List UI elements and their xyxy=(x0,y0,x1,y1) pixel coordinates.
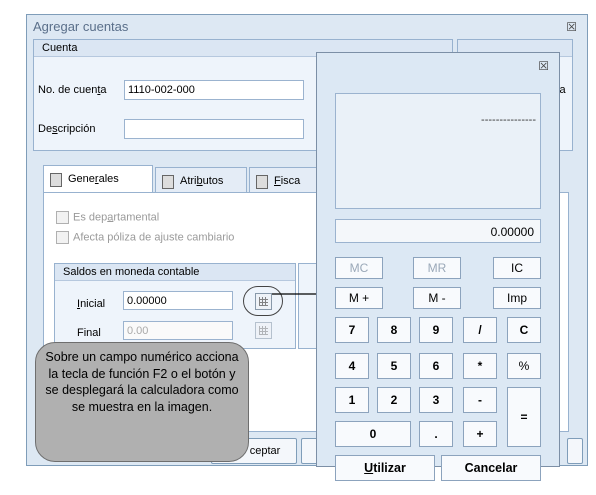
key-divide[interactable]: / xyxy=(463,317,497,343)
account-number-label: No. de cuenta xyxy=(38,84,107,96)
key-plus[interactable]: + xyxy=(463,421,497,447)
tab-fiscal[interactable]: Fisca xyxy=(249,167,319,193)
atributos-tab-icon xyxy=(162,175,174,189)
fiscal-tab-icon xyxy=(256,175,268,189)
key-clear[interactable]: C xyxy=(507,317,541,343)
description-label: Descripción xyxy=(38,123,96,135)
third-footer-button[interactable] xyxy=(567,438,583,464)
tab-generales[interactable]: Generales xyxy=(43,165,153,193)
generales-tab-icon xyxy=(50,173,62,187)
key-6[interactable]: 6 xyxy=(419,353,453,379)
calculator-window: ☒ --------------- 0.00000 MC MR IC M + M… xyxy=(316,52,560,481)
key-minus[interactable]: - xyxy=(463,387,497,413)
key-3[interactable]: 3 xyxy=(419,387,453,413)
key-8[interactable]: 8 xyxy=(377,317,411,343)
key-0[interactable]: 0 xyxy=(335,421,411,447)
final-label: Final xyxy=(77,327,101,339)
calculator-button-disabled-icon xyxy=(255,322,272,339)
key-1[interactable]: 1 xyxy=(335,387,369,413)
utilizar-button[interactable]: Utilizar xyxy=(335,455,435,481)
key-2[interactable]: 2 xyxy=(377,387,411,413)
close-icon[interactable]: ☒ xyxy=(566,20,577,34)
poliza-checkbox-row[interactable]: Afecta póliza de ajuste cambiario xyxy=(56,231,234,244)
departamental-checkbox[interactable] xyxy=(56,211,69,224)
departamental-checkbox-row[interactable]: Es departamental xyxy=(56,211,159,224)
key-multiply[interactable]: * xyxy=(463,353,497,379)
ic-button[interactable]: IC xyxy=(493,257,541,279)
cancelar-button[interactable]: Cancelar xyxy=(441,455,541,481)
memory-display: --------------- xyxy=(335,93,541,209)
mc-button[interactable]: MC xyxy=(335,257,383,279)
key-7[interactable]: 7 xyxy=(335,317,369,343)
saldos-group-header: Saldos en moneda contable xyxy=(55,264,295,281)
imp-button[interactable]: Imp xyxy=(493,287,541,309)
inicial-input[interactable]: 0.00000 xyxy=(123,291,233,310)
key-equals[interactable]: = xyxy=(507,387,541,447)
inicial-label: Inicial xyxy=(77,298,106,310)
key-5[interactable]: 5 xyxy=(377,353,411,379)
partial-group xyxy=(298,263,318,349)
key-9[interactable]: 9 xyxy=(419,317,453,343)
m-plus-button[interactable]: M + xyxy=(335,287,383,309)
m-minus-button[interactable]: M - xyxy=(413,287,461,309)
value-display-text: 0.00000 xyxy=(490,225,534,239)
mr-button[interactable]: MR xyxy=(413,257,461,279)
key-decimal[interactable]: . xyxy=(419,421,453,447)
tab-atributos[interactable]: Atributos xyxy=(155,167,247,193)
saldos-group: Saldos en moneda contable Inicial 0.0000… xyxy=(54,263,296,349)
calculator-close-icon[interactable]: ☒ xyxy=(538,59,549,73)
account-number-input[interactable]: 1110-002-000 xyxy=(124,80,304,100)
callout-note: Sobre un campo numérico acciona la tecla… xyxy=(35,342,249,462)
key-percent[interactable]: % xyxy=(507,353,541,379)
key-4[interactable]: 4 xyxy=(335,353,369,379)
value-display: 0.00000 xyxy=(335,219,541,243)
dialog-title: Agregar cuentas xyxy=(33,19,129,34)
memory-display-text: --------------- xyxy=(481,114,536,126)
poliza-checkbox[interactable] xyxy=(56,231,69,244)
description-input[interactable] xyxy=(124,119,304,139)
final-input: 0.00 xyxy=(123,321,233,340)
